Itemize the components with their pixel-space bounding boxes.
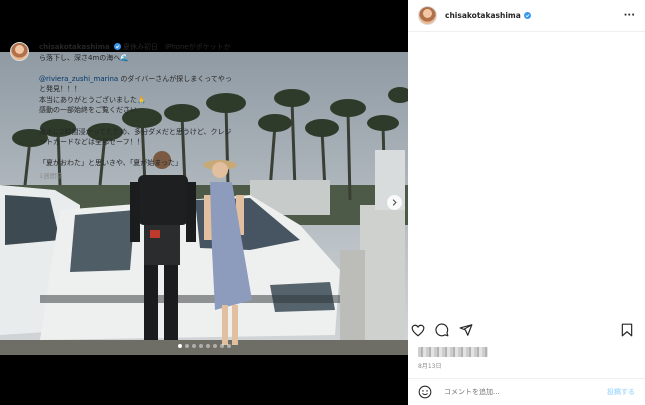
carousel-dot [177, 344, 182, 348]
emoji-icon[interactable] [418, 385, 432, 399]
carousel-dot [219, 344, 224, 348]
post-time-ago[interactable]: 1週間前 [39, 171, 232, 182]
comment-bar: 投稿する [408, 378, 645, 405]
heart-icon [411, 324, 425, 336]
carousel-next-button[interactable] [387, 195, 402, 210]
chevron-right-icon [392, 199, 397, 206]
carousel-dot [191, 344, 196, 348]
caption-sea: 海水に2時間浸かってたため、多分ダメだと思うけど、クレジットカードなどは全部セー… [39, 127, 232, 147]
post-side-panel: chisakotakashima ··· [408, 0, 645, 405]
verified-badge-icon [523, 12, 531, 19]
caption-avatar[interactable] [10, 42, 29, 61]
mention-link[interactable]: @riviera_zushi_marina [39, 75, 118, 83]
carousel-dot [226, 344, 231, 348]
caption-username[interactable]: chisakotakashima [39, 43, 110, 51]
bookmark-icon [621, 323, 633, 337]
caption-body: chisakotakashima 夏休み初日 iPhoneがポケットから落下し、… [39, 42, 232, 181]
comment-icon [435, 323, 449, 337]
caption-thanks: 本当にありがとうございました🙏 [39, 95, 146, 104]
post-date: 8月13日 [418, 363, 442, 370]
action-bar [410, 320, 635, 340]
carousel-dot [198, 344, 203, 348]
verified-badge-icon [113, 43, 121, 50]
send-icon [459, 324, 473, 336]
caption: chisakotakashima 夏休み初日 iPhoneがポケットから落下し、… [10, 42, 232, 181]
carousel-dot [184, 344, 189, 348]
save-button[interactable] [619, 322, 635, 338]
post-header: chisakotakashima ··· [408, 0, 645, 32]
carousel-dot [205, 344, 210, 348]
caption-moved: 感動の一部始終をご覧ください [39, 106, 137, 115]
carousel-dot [212, 344, 217, 348]
likes-summary-blurred[interactable] [418, 347, 488, 357]
comment-input[interactable] [444, 388, 574, 396]
carousel-indicator [0, 344, 408, 348]
more-options-icon[interactable]: ··· [624, 10, 635, 21]
post-comment-button[interactable]: 投稿する [607, 387, 635, 397]
username-link[interactable]: chisakotakashima [445, 11, 521, 20]
like-button[interactable] [410, 322, 426, 338]
share-button[interactable] [458, 322, 474, 338]
comment-button[interactable] [434, 322, 450, 338]
avatar[interactable] [418, 6, 437, 25]
caption-summer: 「夏がおわた」と思いきや、「夏が始まった」 [39, 159, 183, 168]
